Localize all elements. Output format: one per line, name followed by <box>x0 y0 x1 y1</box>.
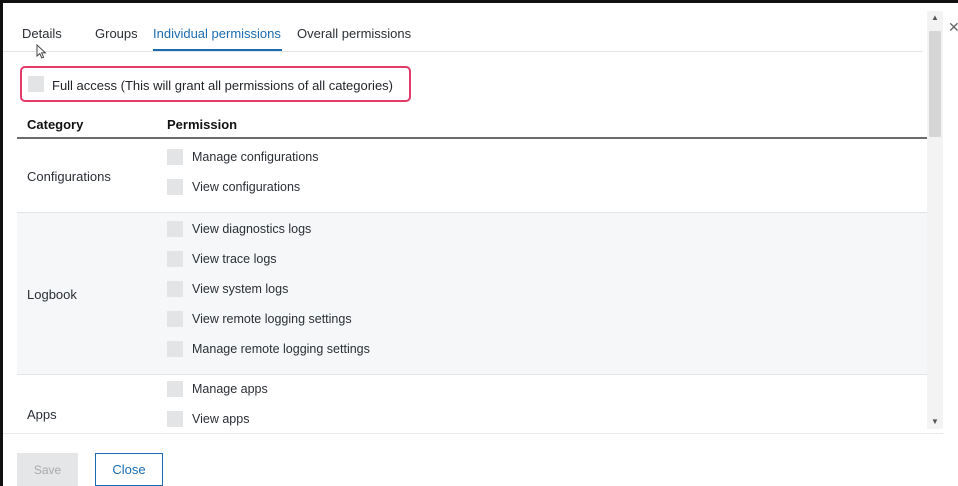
tab-overall-permissions[interactable]: Overall permissions <box>297 26 411 41</box>
permission-checkbox[interactable] <box>167 411 183 427</box>
permission-checkbox[interactable] <box>167 311 183 327</box>
tab-individual-permissions[interactable]: Individual permissions <box>153 26 281 41</box>
permission-checkbox[interactable] <box>167 251 183 267</box>
close-icon[interactable]: ✕ <box>948 20 958 34</box>
table-row-logbook: Logbook View diagnostics logs View trace… <box>17 213 927 375</box>
permission-label: Manage apps <box>192 382 268 396</box>
full-access-option[interactable]: Full access (This will grant all permiss… <box>20 66 411 102</box>
tab-groups[interactable]: Groups <box>95 26 138 41</box>
scroll-up-icon[interactable]: ▲ <box>931 14 939 22</box>
permission-checkbox[interactable] <box>167 149 183 165</box>
scroll-thumb[interactable] <box>929 31 941 137</box>
active-tab-indicator <box>153 49 282 51</box>
tab-details[interactable]: Details <box>22 26 62 41</box>
category-label: Logbook <box>27 287 77 302</box>
permission-label: View diagnostics logs <box>192 222 312 236</box>
permission-checkbox[interactable] <box>167 281 183 297</box>
category-column-header: Category <box>27 117 84 132</box>
tab-bar: Details Groups Individual permissions Ov… <box>3 3 923 52</box>
mouse-pointer-icon <box>36 44 47 59</box>
permission-checkbox[interactable] <box>167 221 183 237</box>
permission-column-header: Permission <box>167 117 238 132</box>
permission-checkbox[interactable] <box>167 381 183 397</box>
permission-label: View remote logging settings <box>192 312 352 326</box>
scroll-down-icon[interactable]: ▼ <box>931 418 939 426</box>
vertical-scrollbar[interactable]: ▲ ▼ <box>927 11 943 429</box>
permission-checkbox[interactable] <box>167 179 183 195</box>
close-button[interactable]: Close <box>95 453 163 486</box>
permission-label: Manage remote logging settings <box>192 342 370 356</box>
footer-divider <box>3 433 943 434</box>
save-button[interactable]: Save <box>17 453 78 486</box>
permission-label: Manage configurations <box>192 150 319 164</box>
permission-label: View system logs <box>192 282 289 296</box>
category-label: Apps <box>27 407 57 422</box>
permissions-dialog: Details Groups Individual permissions Ov… <box>3 3 943 486</box>
permission-label: View apps <box>192 412 250 426</box>
permission-label: View configurations <box>192 180 301 194</box>
table-row-configurations: Configurations Manage configurations Vie… <box>17 139 927 213</box>
full-access-label: Full access (This will grant all permiss… <box>52 78 394 93</box>
permission-checkbox[interactable] <box>167 341 183 357</box>
table-row-apps: Apps Manage apps View apps <box>17 375 927 433</box>
permission-label: View trace logs <box>192 252 277 266</box>
full-access-checkbox[interactable] <box>28 76 44 92</box>
category-label: Configurations <box>27 169 111 184</box>
